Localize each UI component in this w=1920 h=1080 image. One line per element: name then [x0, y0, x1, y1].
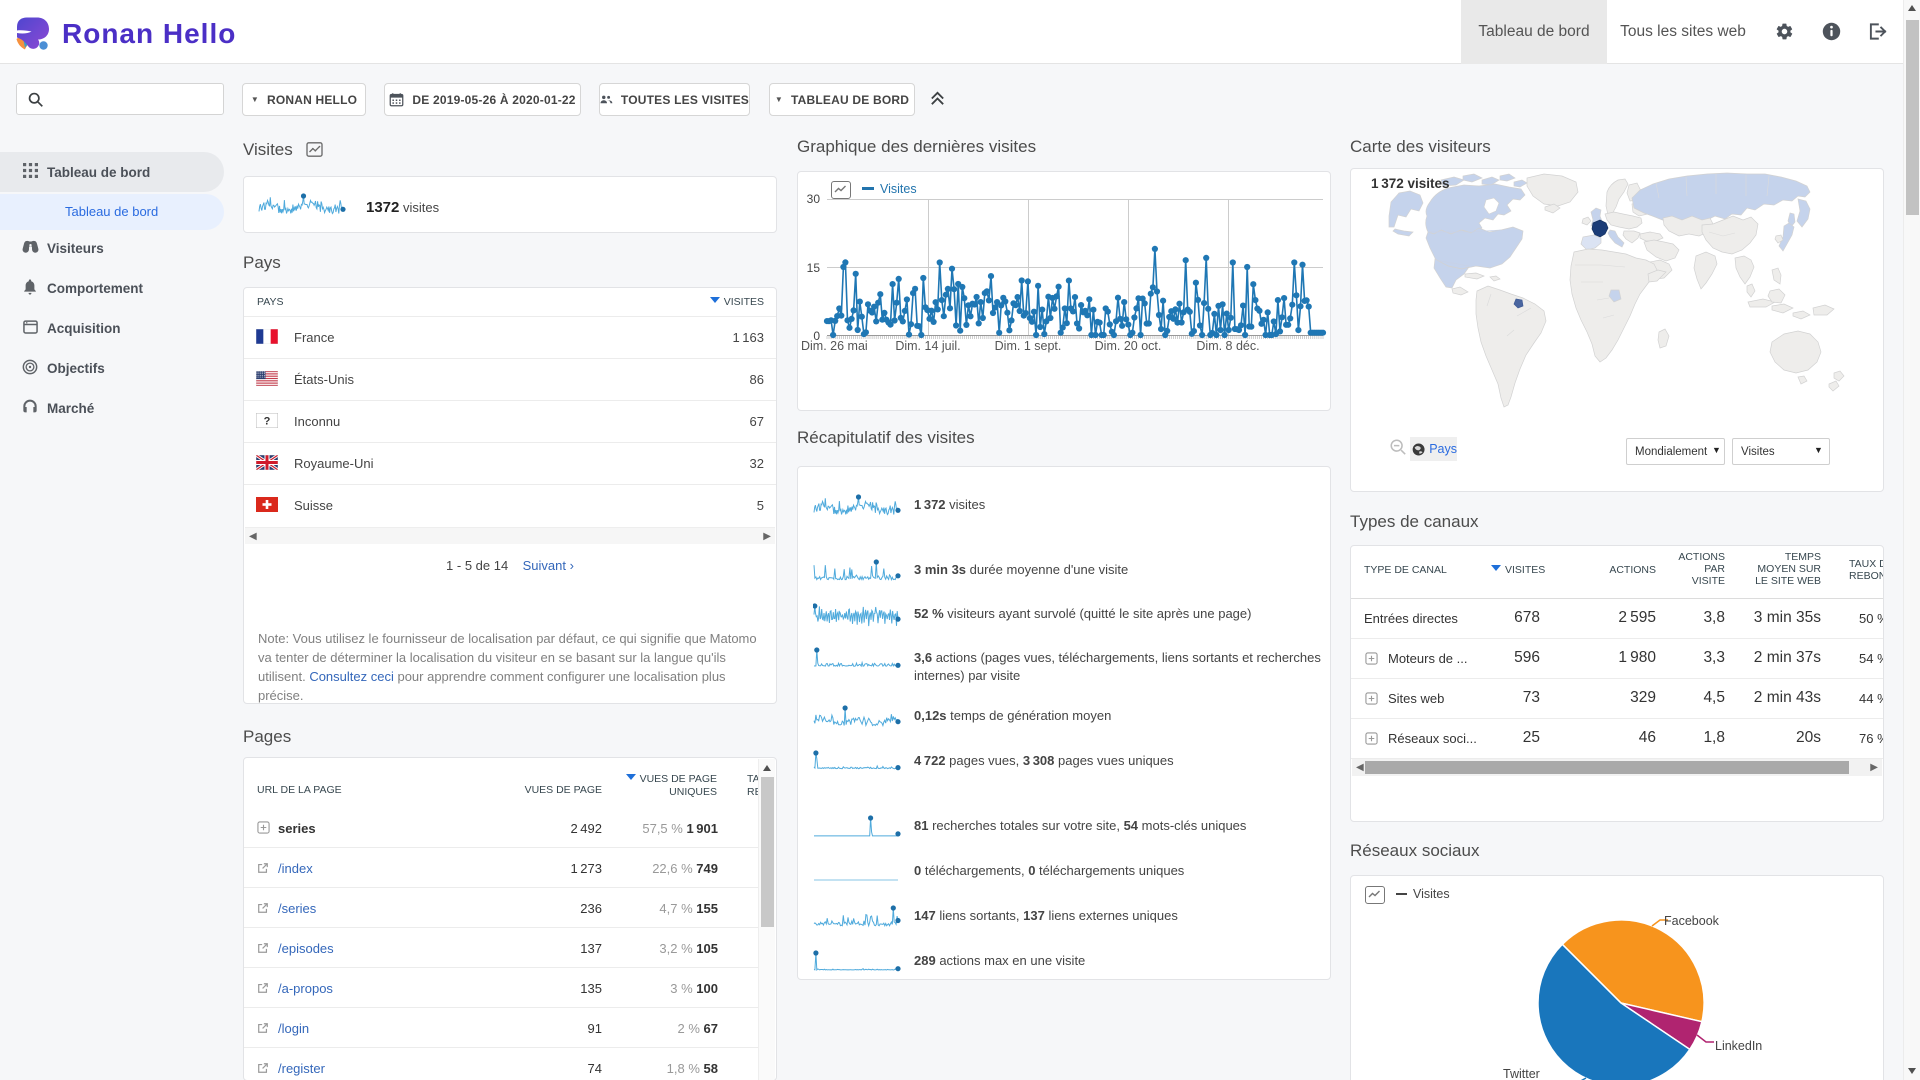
svg-text:Dim. 20 oct.: Dim. 20 oct.: [1095, 339, 1162, 353]
svg-text:Dim. 14 juil.: Dim. 14 juil.: [895, 339, 960, 353]
svg-text:Dim. 8 déc.: Dim. 8 déc.: [1196, 339, 1259, 353]
svg-text:Dim. 26 mai: Dim. 26 mai: [801, 339, 868, 353]
svg-text:15: 15: [807, 261, 821, 275]
svg-text:30: 30: [807, 192, 821, 206]
svg-text:Dim. 1 sept.: Dim. 1 sept.: [995, 339, 1062, 353]
svg-text:?: ?: [264, 415, 271, 427]
